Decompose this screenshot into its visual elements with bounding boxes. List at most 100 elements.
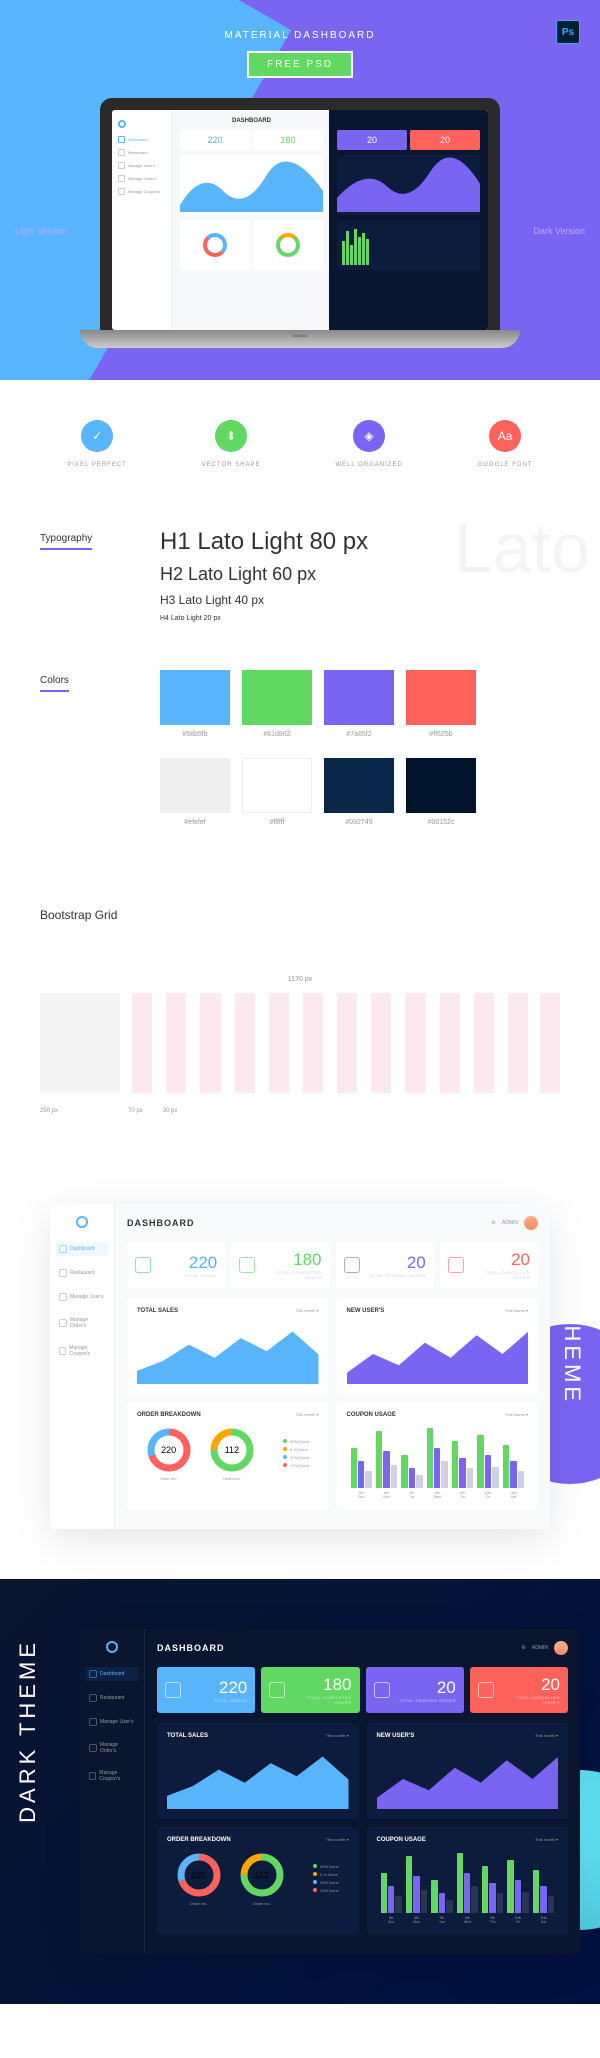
sidebar-item: Restaurant — [118, 149, 165, 156]
feature-label: VECTOR SHAPE — [202, 462, 261, 468]
color-swatch: #ff625b — [406, 670, 476, 738]
typo-h2: H2 Lato Light 60 px — [160, 564, 560, 585]
stat-value: 20 — [470, 1250, 530, 1270]
light-theme-label: LIGHT THEME — [559, 1214, 585, 1405]
sidebar-item: Manage User's — [118, 162, 165, 169]
period-dropdown[interactable]: This month ▾ — [505, 1412, 528, 1418]
dark-dashboard: Dashboard Restaurant Manage User's Manage O… — [80, 1629, 580, 1954]
grid-columns — [40, 993, 560, 1093]
card-title: NEW USER'S — [377, 1733, 415, 1739]
color-swatch: #efefef — [160, 758, 230, 826]
stat-label: TOTAL PENDING ORDER — [366, 1273, 426, 1278]
stat-value: 20 — [415, 135, 475, 145]
stat-card[interactable]: 20TOTAL CANCELLED ORDER — [440, 1242, 538, 1288]
stat-icon — [239, 1257, 255, 1273]
user-menu[interactable]: ⚙ADMIN — [491, 1216, 538, 1230]
stat-value: 220 — [187, 1678, 247, 1698]
period-dropdown[interactable]: This month ▾ — [535, 1733, 558, 1739]
color-row: #efefef#ffffff#092749#00152c — [160, 758, 560, 826]
card-title: COUPON USAGE — [377, 1837, 426, 1843]
color-swatch: #58b5fb — [160, 670, 230, 738]
card-title: TOTAL SALES — [167, 1733, 208, 1739]
feature-vector-shape: ⬇ VECTOR SHAPE — [202, 420, 261, 468]
card-title: TOTAL SALES — [137, 1308, 178, 1314]
dash-title: DASHBOARD — [180, 118, 323, 124]
sidebar-item[interactable]: Restaurant — [86, 1691, 138, 1705]
donut-value: 220 — [161, 1445, 176, 1455]
sales-chart — [137, 1324, 319, 1384]
sidebar-item[interactable]: Manage User's — [56, 1290, 108, 1304]
period-dropdown[interactable]: This month ▾ — [296, 1308, 319, 1314]
page-title: DASHBOARD — [157, 1643, 225, 1653]
stat-label: TOTAL CANCELLED ORDER — [470, 1270, 530, 1280]
section-title: Typography — [40, 533, 92, 550]
stat-card[interactable]: 220TOTAL ORDER — [157, 1667, 255, 1713]
typo-h1: H1 Lato Light 80 px — [160, 528, 560, 556]
users-card: NEW USER'SThis month ▾ — [337, 1298, 539, 1394]
grid-width-label: 1170 px — [40, 976, 560, 983]
stat-card[interactable]: 20TOTAL PENDING ORDER — [366, 1667, 464, 1713]
period-dropdown[interactable]: This month ▾ — [326, 1733, 349, 1739]
section-title: Bootstrap Grid — [40, 908, 117, 926]
legend: 50% Done6 % Done20% Done10% Done — [313, 1864, 339, 1896]
color-swatch: #7a65f2 — [324, 670, 394, 738]
period-dropdown[interactable]: This month ▾ — [535, 1837, 558, 1843]
light-dashboard: Dashboard Restaurant Manage User's Manage O… — [50, 1204, 550, 1529]
typography-section: Typography Lato H1 Lato Light 80 px H2 L… — [0, 508, 600, 650]
sidebar-item[interactable]: Dashboard — [86, 1667, 138, 1681]
stat-value: 180 — [258, 135, 318, 145]
sidebar-item[interactable]: Manage User's — [86, 1715, 138, 1729]
breakdown-card: ORDER BREAKDOWNThis month ▾220Order rec.… — [127, 1402, 329, 1509]
feature-well-organized: ◈ WELL ORGANIZED — [335, 420, 402, 468]
donut-value: 112 — [225, 1445, 239, 1455]
donut-value: 112 — [255, 1870, 269, 1880]
section-title: Colors — [40, 675, 69, 692]
sidebar-item[interactable]: Manage Order's — [86, 1739, 138, 1757]
color-row: #58b5fb#61d862#7a65f2#ff625b — [160, 670, 560, 738]
dark-theme-section: DARK THEME DashboardRestaurantManage Use… — [0, 1579, 600, 2004]
breakdown-card: ORDER BREAKDOWNThis month ▾220Order rec.… — [157, 1827, 359, 1934]
gear-icon[interactable]: ⚙ — [491, 1220, 495, 1226]
stat-label: TOTAL ORDER — [187, 1698, 247, 1703]
dashboard-sidebar: Dashboard Restaurant Manage User's Manage O… — [80, 1629, 145, 1954]
avatar[interactable] — [524, 1216, 538, 1230]
user-menu[interactable]: ⚙ADMIN — [521, 1641, 568, 1655]
sidebar-item[interactable]: Manage Coupon's — [56, 1342, 108, 1360]
avatar[interactable] — [554, 1641, 568, 1655]
feature-label: GOOGLE FONT — [478, 462, 533, 468]
feature-pixel-perfect: ✓ PIXEL PERFECT — [67, 420, 126, 468]
dashboard-body: DASHBOARD ⚙ADMIN220TOTAL ORDER180TOTAL C… — [145, 1629, 580, 1954]
stat-card[interactable]: 180TOTAL COMPLETED ORDER — [261, 1667, 359, 1713]
stat-value: 180 — [261, 1250, 321, 1270]
free-psd-button[interactable]: FREE PSD — [247, 51, 353, 78]
sidebar-item[interactable]: Restaurant — [56, 1266, 108, 1280]
stat-card[interactable]: 180TOTAL COMPLETED ORDER — [231, 1242, 329, 1288]
download-icon: ⬇ — [215, 420, 247, 452]
check-icon: ✓ — [81, 420, 113, 452]
period-dropdown[interactable]: This month ▾ — [326, 1837, 349, 1843]
feature-label: PIXEL PERFECT — [67, 462, 126, 468]
stat-value: 20 — [396, 1678, 456, 1698]
stat-card[interactable]: 20TOTAL CANCELLED ORDER — [470, 1667, 568, 1713]
sidebar-item[interactable]: Manage Coupon's — [86, 1767, 138, 1785]
sales-card: TOTAL SALES This month ▾ — [127, 1298, 329, 1394]
period-dropdown[interactable]: This month ▾ — [505, 1308, 528, 1314]
stat-label: TOTAL PENDING ORDER — [396, 1698, 456, 1703]
gear-icon[interactable]: ⚙ — [521, 1645, 525, 1651]
dashboard-body: DASHBOARD ⚙ADMIN220TOTAL ORDER180TOTAL C… — [115, 1204, 550, 1529]
donut-chart: 220Order rec. — [177, 1853, 221, 1906]
card-title: ORDER BREAKDOWN — [137, 1412, 201, 1418]
stat-icon — [269, 1682, 285, 1698]
donut-label: Order rec. — [240, 1901, 284, 1906]
sidebar-item[interactable]: Dashboard — [56, 1242, 108, 1256]
donut-value: 220 — [191, 1870, 206, 1880]
sidebar-item[interactable]: Manage Order's — [56, 1314, 108, 1332]
stat-card[interactable]: 220TOTAL ORDER — [127, 1242, 225, 1288]
stat-card[interactable]: 20TOTAL PENDING ORDER — [336, 1242, 434, 1288]
sidebar-item: Dashboard — [118, 136, 165, 143]
hero-section: Ps MATERIAL DASHBOARD FREE PSD Light Ver… — [0, 0, 600, 380]
feature-label: WELL ORGANIZED — [335, 462, 402, 468]
color-swatch: #ffffff — [242, 758, 312, 826]
coupon-bar-chart — [347, 1428, 529, 1488]
period-dropdown[interactable]: This month ▾ — [296, 1412, 319, 1418]
